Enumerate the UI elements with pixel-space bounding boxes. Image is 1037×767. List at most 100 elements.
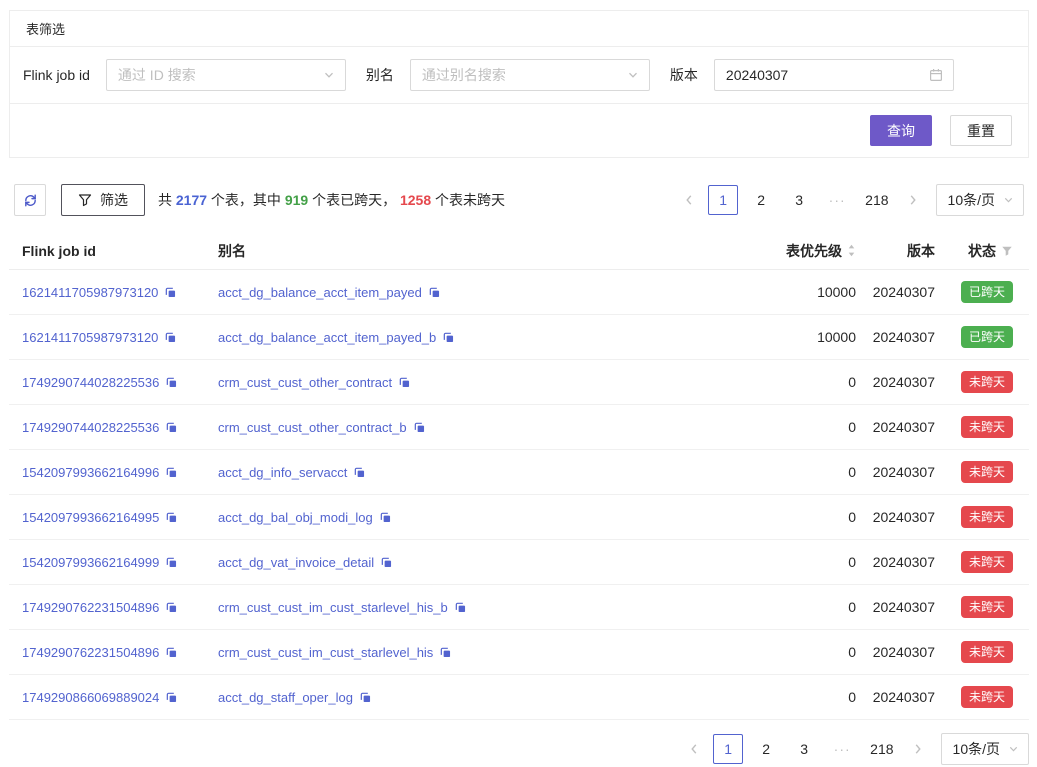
- copy-icon[interactable]: [439, 646, 452, 659]
- flink-job-id-link[interactable]: 1749290762231504896: [22, 600, 178, 615]
- page-number-2[interactable]: 2: [746, 185, 776, 215]
- copy-icon[interactable]: [164, 331, 177, 344]
- alias-select[interactable]: 通过别名搜索: [410, 59, 650, 91]
- prev-page-button[interactable]: [683, 734, 705, 764]
- copy-icon[interactable]: [165, 556, 178, 569]
- cell-status: 已跨天: [935, 326, 1013, 348]
- filter-toggle-button[interactable]: 筛选: [61, 184, 145, 216]
- reset-button[interactable]: 重置: [950, 115, 1012, 146]
- page-number-3[interactable]: 3: [784, 185, 814, 215]
- copy-icon[interactable]: [442, 331, 455, 344]
- page-size-select[interactable]: 10条/页: [936, 184, 1024, 216]
- cell-flink-job-id: 1749290744028225536: [22, 374, 218, 390]
- next-page-button[interactable]: [907, 734, 929, 764]
- page-number-3[interactable]: 3: [789, 734, 819, 764]
- flink-job-id-link[interactable]: 1542097993662164995: [22, 510, 178, 525]
- alias-link[interactable]: acct_dg_info_servacct: [218, 465, 366, 480]
- copy-icon[interactable]: [359, 691, 372, 704]
- status-filter-funnel-icon[interactable]: [1001, 245, 1013, 257]
- row-alias-text: crm_cust_cust_other_contract_b: [218, 420, 407, 435]
- flink-job-id-link[interactable]: 1749290866069889024: [22, 690, 178, 705]
- cell-status: 未跨天: [935, 461, 1013, 483]
- alias-link[interactable]: crm_cust_cust_other_contract: [218, 375, 411, 390]
- copy-icon[interactable]: [165, 646, 178, 659]
- table-row: 1542097993662164999 acct_dg_vat_invoice_…: [9, 540, 1029, 585]
- query-button[interactable]: 查询: [870, 115, 932, 146]
- cell-flink-job-id: 1542097993662164995: [22, 509, 218, 525]
- flink-job-id-link[interactable]: 1542097993662164996: [22, 465, 178, 480]
- alias-link[interactable]: acct_dg_balance_acct_item_payed_b: [218, 330, 455, 345]
- prev-page-button[interactable]: [678, 185, 700, 215]
- copy-icon[interactable]: [165, 691, 178, 704]
- flink-job-id-link[interactable]: 1621411705987973120: [22, 330, 177, 345]
- status-badge: 未跨天: [961, 506, 1013, 528]
- alias-label: 别名: [366, 65, 394, 85]
- status-badge: 未跨天: [961, 371, 1013, 393]
- refresh-button[interactable]: [14, 184, 46, 216]
- alias-link[interactable]: crm_cust_cust_im_cust_starlevel_his_b: [218, 600, 467, 615]
- page-number-2[interactable]: 2: [751, 734, 781, 764]
- copy-icon[interactable]: [413, 421, 426, 434]
- copy-icon[interactable]: [428, 286, 441, 299]
- page-size-select[interactable]: 10条/页: [941, 733, 1029, 765]
- copy-icon[interactable]: [454, 601, 467, 614]
- cell-status: 未跨天: [935, 506, 1013, 528]
- column-header-status: 状态: [935, 241, 1013, 261]
- copy-icon[interactable]: [380, 556, 393, 569]
- cell-priority: 0: [696, 644, 856, 660]
- alias-link[interactable]: crm_cust_cust_im_cust_starlevel_his: [218, 645, 452, 660]
- copy-icon[interactable]: [165, 601, 178, 614]
- pagination-ellipsis[interactable]: ···: [827, 741, 857, 757]
- copy-icon[interactable]: [165, 511, 178, 524]
- row-id-text: 1749290866069889024: [22, 690, 159, 705]
- row-alias-text: crm_cust_cust_other_contract: [218, 375, 392, 390]
- version-date-input[interactable]: 20240307: [714, 59, 954, 91]
- flink-job-id-select[interactable]: 通过 ID 搜索: [106, 59, 346, 91]
- copy-icon[interactable]: [165, 376, 178, 389]
- copy-icon[interactable]: [379, 511, 392, 524]
- copy-icon[interactable]: [353, 466, 366, 479]
- status-badge: 未跨天: [961, 641, 1013, 663]
- flink-job-id-label: Flink job id: [23, 67, 90, 83]
- alias-link[interactable]: acct_dg_bal_obj_modi_log: [218, 510, 392, 525]
- flink-job-id-link[interactable]: 1749290744028225536: [22, 420, 178, 435]
- column-header-priority[interactable]: 表优先级: [696, 241, 856, 261]
- alias-link[interactable]: crm_cust_cust_other_contract_b: [218, 420, 426, 435]
- page-number-218[interactable]: 218: [865, 734, 898, 764]
- next-page-button[interactable]: [902, 185, 924, 215]
- copy-icon[interactable]: [398, 376, 411, 389]
- table-footer: 123 ··· 218 10条/页: [9, 733, 1029, 765]
- cell-status: 未跨天: [935, 596, 1013, 618]
- copy-icon[interactable]: [165, 421, 178, 434]
- copy-icon[interactable]: [165, 466, 178, 479]
- alias-link[interactable]: acct_dg_staff_oper_log: [218, 690, 372, 705]
- row-id-text: 1542097993662164996: [22, 465, 159, 480]
- copy-icon[interactable]: [164, 286, 177, 299]
- flink-job-id-link[interactable]: 1542097993662164999: [22, 555, 178, 570]
- cell-alias: crm_cust_cust_other_contract_b: [218, 419, 696, 435]
- alias-link[interactable]: acct_dg_balance_acct_item_payed: [218, 285, 441, 300]
- row-id-text: 1542097993662164999: [22, 555, 159, 570]
- cell-alias: acct_dg_bal_obj_modi_log: [218, 509, 696, 525]
- pagination-ellipsis[interactable]: ···: [822, 192, 852, 208]
- cell-version: 20240307: [856, 599, 935, 615]
- row-version: 20240307: [873, 419, 935, 435]
- flink-job-id-link[interactable]: 1621411705987973120: [22, 285, 177, 300]
- page-number-218[interactable]: 218: [860, 185, 893, 215]
- table-row: 1749290744028225536 crm_cust_cust_other_…: [9, 360, 1029, 405]
- table-toolbar: 筛选 共 2177 个表，其中 919 个表已跨天， 1258 个表未跨天 12…: [9, 184, 1029, 216]
- filter-fields-row: Flink job id 通过 ID 搜索 别名 通过别名搜索: [10, 47, 1028, 104]
- sort-carets-icon[interactable]: [847, 243, 856, 258]
- flink-job-id-link[interactable]: 1749290744028225536: [22, 375, 178, 390]
- flink-job-id-link[interactable]: 1749290762231504896: [22, 645, 178, 660]
- row-priority: 0: [848, 554, 856, 570]
- data-table: Flink job id 别名 表优先级 版本 状态 1621411705987…: [9, 232, 1029, 720]
- page-number-1[interactable]: 1: [708, 185, 738, 215]
- cell-priority: 10000: [696, 284, 856, 300]
- pagination-bottom: 123 ··· 218 10条/页: [683, 733, 1029, 765]
- page-number-1[interactable]: 1: [713, 734, 743, 764]
- cell-alias: acct_dg_balance_acct_item_payed: [218, 284, 696, 300]
- uncrossed-count: 1258: [400, 192, 431, 208]
- column-header-flink-job-id: Flink job id: [22, 243, 218, 259]
- alias-link[interactable]: acct_dg_vat_invoice_detail: [218, 555, 393, 570]
